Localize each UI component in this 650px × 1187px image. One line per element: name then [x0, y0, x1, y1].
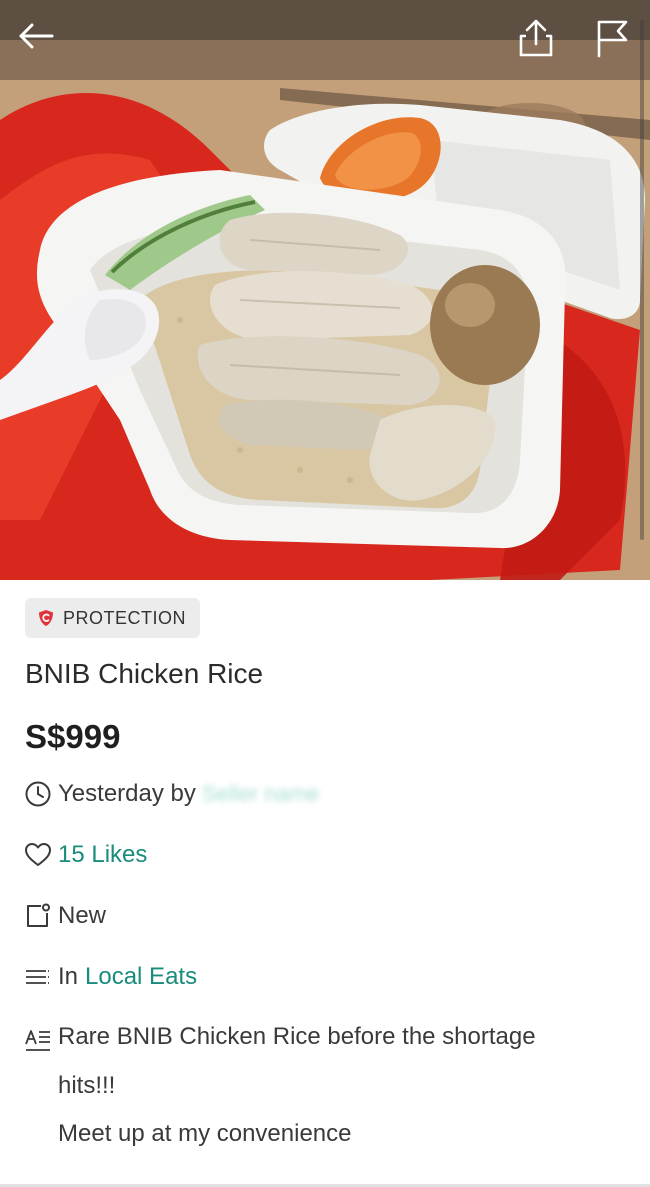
scrollbar[interactable] [640, 20, 644, 540]
description-line: Meet up at my convenience [58, 1120, 352, 1147]
clock-icon [25, 781, 51, 807]
protection-badge[interactable]: PROTECTION [25, 598, 201, 638]
listing-photo[interactable] [0, 0, 650, 580]
flag-icon [597, 20, 628, 58]
description-line: hits!!! [58, 1071, 116, 1099]
share-icon [519, 19, 553, 57]
description: Rare BNIB Chicken Rice before the shorta… [24, 1020, 624, 1159]
category-link[interactable]: Local Eats [85, 963, 197, 991]
text-format-icon [25, 1030, 50, 1051]
posted-row: Yesterday by Seller name [24, 777, 319, 811]
condition-row: New [24, 899, 106, 933]
listing-details: PROTECTION BNIB Chicken Rice S$999 Yeste… [0, 580, 650, 1187]
posted-time: Yesterday by [58, 780, 196, 807]
category-prefix: In [58, 963, 79, 990]
listing-price: S$999 [25, 718, 121, 755]
seller-name[interactable]: Seller name [202, 781, 319, 807]
arrow-left-icon [19, 23, 54, 49]
chicken-rice-photo [0, 0, 650, 580]
likes-row[interactable]: 15 Likes [24, 838, 147, 872]
description-line: Rare BNIB Chicken Rice before the shorta… [58, 1023, 536, 1050]
shield-icon [39, 610, 53, 626]
condition-value: New [58, 902, 107, 929]
listing-title: BNIB Chicken Rice [25, 658, 264, 689]
back-button[interactable] [14, 14, 58, 58]
tag-icon [27, 903, 50, 927]
protection-label: PROTECTION [63, 607, 187, 628]
likes-count[interactable]: 15 Likes [58, 841, 147, 869]
heart-icon [25, 843, 51, 866]
list-icon [26, 970, 50, 984]
report-button[interactable] [590, 16, 634, 60]
category-row: In Local Eats [24, 960, 197, 994]
share-button[interactable] [514, 16, 558, 60]
